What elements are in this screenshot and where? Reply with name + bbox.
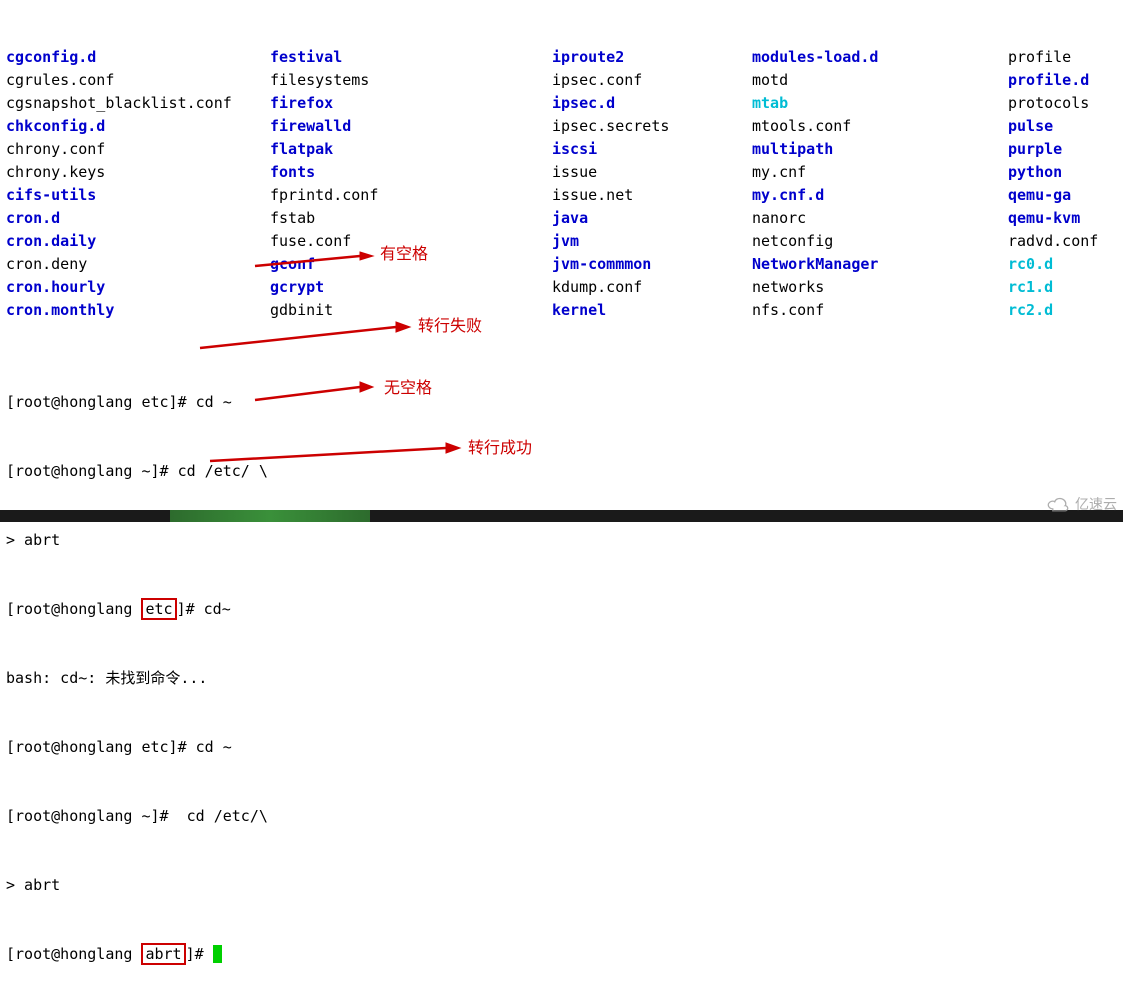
ls-entry: rc2.d (1008, 299, 1117, 322)
ls-entry: cgsnapshot_blacklist.conf (6, 92, 270, 115)
shell-line-6: [root@honglang etc]# cd ~ (6, 736, 1117, 759)
ls-entry: my.cnf (752, 161, 1008, 184)
shell-line-1: [root@honglang etc]# cd ~ (6, 391, 1117, 414)
ls-entry: multipath (752, 138, 1008, 161)
ls-entry: radvd.conf (1008, 230, 1117, 253)
ls-entry: mtab (752, 92, 1008, 115)
ls-entry: flatpak (270, 138, 552, 161)
annotation-wrap-fail: 转行失败 (418, 315, 482, 338)
ls-entry: festival (270, 46, 552, 69)
ls-entry: NetworkManager (752, 253, 1008, 276)
shell-line-9[interactable]: [root@honglang abrt]# (6, 943, 1117, 966)
ls-entry: mtools.conf (752, 115, 1008, 138)
ls-entry: cron.deny (6, 253, 270, 276)
ls-entry: ipsec.secrets (552, 115, 752, 138)
shell-line-7: [root@honglang ~]# cd /etc/\ (6, 805, 1117, 828)
arrow-2 (200, 322, 410, 352)
ls-entry: cron.monthly (6, 299, 270, 322)
ls-entry: nfs.conf (752, 299, 1008, 322)
terminal-output: cgconfig.dcgrules.confcgsnapshot_blackli… (0, 0, 1123, 989)
ls-entry: ipsec.conf (552, 69, 752, 92)
ls-entry: cgconfig.d (6, 46, 270, 69)
highlight-etc: etc (141, 598, 176, 620)
ls-entry: issue.net (552, 184, 752, 207)
arrow-3 (255, 382, 375, 402)
ls-entry: rc1.d (1008, 276, 1117, 299)
ls-columns: cgconfig.dcgrules.confcgsnapshot_blackli… (6, 46, 1117, 322)
shell-line-3: > abrt (6, 529, 1117, 552)
ls-entry: python (1008, 161, 1117, 184)
ls-entry: firewalld (270, 115, 552, 138)
annotation-wrap-ok: 转行成功 (468, 437, 532, 460)
ls-entry: modules-load.d (752, 46, 1008, 69)
ls-entry: iscsi (552, 138, 752, 161)
ls-entry: fstab (270, 207, 552, 230)
ls-entry: networks (752, 276, 1008, 299)
taskbar (0, 510, 1123, 522)
ls-entry: netconfig (752, 230, 1008, 253)
ls-entry: purple (1008, 138, 1117, 161)
ls-entry: profile.d (1008, 69, 1117, 92)
ls-entry: chrony.keys (6, 161, 270, 184)
ls-col-3: iproute2ipsec.confipsec.dipsec.secretsis… (552, 46, 752, 322)
shell-line-2: [root@honglang ~]# cd /etc/ \ (6, 460, 1117, 483)
ls-entry: kdump.conf (552, 276, 752, 299)
ls-entry: fonts (270, 161, 552, 184)
ls-entry: qemu-ga (1008, 184, 1117, 207)
ls-entry: protocols (1008, 92, 1117, 115)
ls-entry: java (552, 207, 752, 230)
ls-entry: cifs-utils (6, 184, 270, 207)
ls-entry: cron.d (6, 207, 270, 230)
ls-col-5: profileprofile.dprotocolspulsepurplepyth… (1008, 46, 1117, 322)
ls-entry: profile (1008, 46, 1117, 69)
annotation-no-space: 无空格 (384, 377, 432, 400)
ls-entry: cgrules.conf (6, 69, 270, 92)
arrow-1 (255, 252, 375, 268)
watermark: 亿速云 (1045, 493, 1117, 516)
ls-entry: qemu-kvm (1008, 207, 1117, 230)
shell-line-8: > abrt (6, 874, 1117, 897)
ls-entry: ipsec.d (552, 92, 752, 115)
ls-entry: iproute2 (552, 46, 752, 69)
highlight-abrt: abrt (141, 943, 185, 965)
ls-entry: rc0.d (1008, 253, 1117, 276)
ls-col-4: modules-load.dmotdmtabmtools.confmultipa… (752, 46, 1008, 322)
ls-entry: jvm-commmon (552, 253, 752, 276)
ls-entry: fprintd.conf (270, 184, 552, 207)
ls-entry: chrony.conf (6, 138, 270, 161)
ls-entry: gdbinit (270, 299, 552, 322)
ls-col-2: festivalfilesystemsfirefoxfirewalldflatp… (270, 46, 552, 322)
ls-entry: issue (552, 161, 752, 184)
cloud-icon (1045, 496, 1071, 514)
ls-entry: pulse (1008, 115, 1117, 138)
ls-entry: filesystems (270, 69, 552, 92)
shell-line-5: bash: cd~: 未找到命令... (6, 667, 1117, 690)
ls-entry: nanorc (752, 207, 1008, 230)
ls-entry: firefox (270, 92, 552, 115)
annotation-has-space: 有空格 (380, 243, 428, 266)
cursor (213, 945, 222, 963)
ls-entry: gcrypt (270, 276, 552, 299)
ls-entry: cron.hourly (6, 276, 270, 299)
ls-col-1: cgconfig.dcgrules.confcgsnapshot_blackli… (6, 46, 270, 322)
arrow-4 (210, 443, 460, 463)
ls-entry: jvm (552, 230, 752, 253)
ls-entry: motd (752, 69, 1008, 92)
ls-entry: kernel (552, 299, 752, 322)
shell-line-4: [root@honglang etc]# cd~ (6, 598, 1117, 621)
ls-entry: my.cnf.d (752, 184, 1008, 207)
ls-entry: chkconfig.d (6, 115, 270, 138)
ls-entry: cron.daily (6, 230, 270, 253)
